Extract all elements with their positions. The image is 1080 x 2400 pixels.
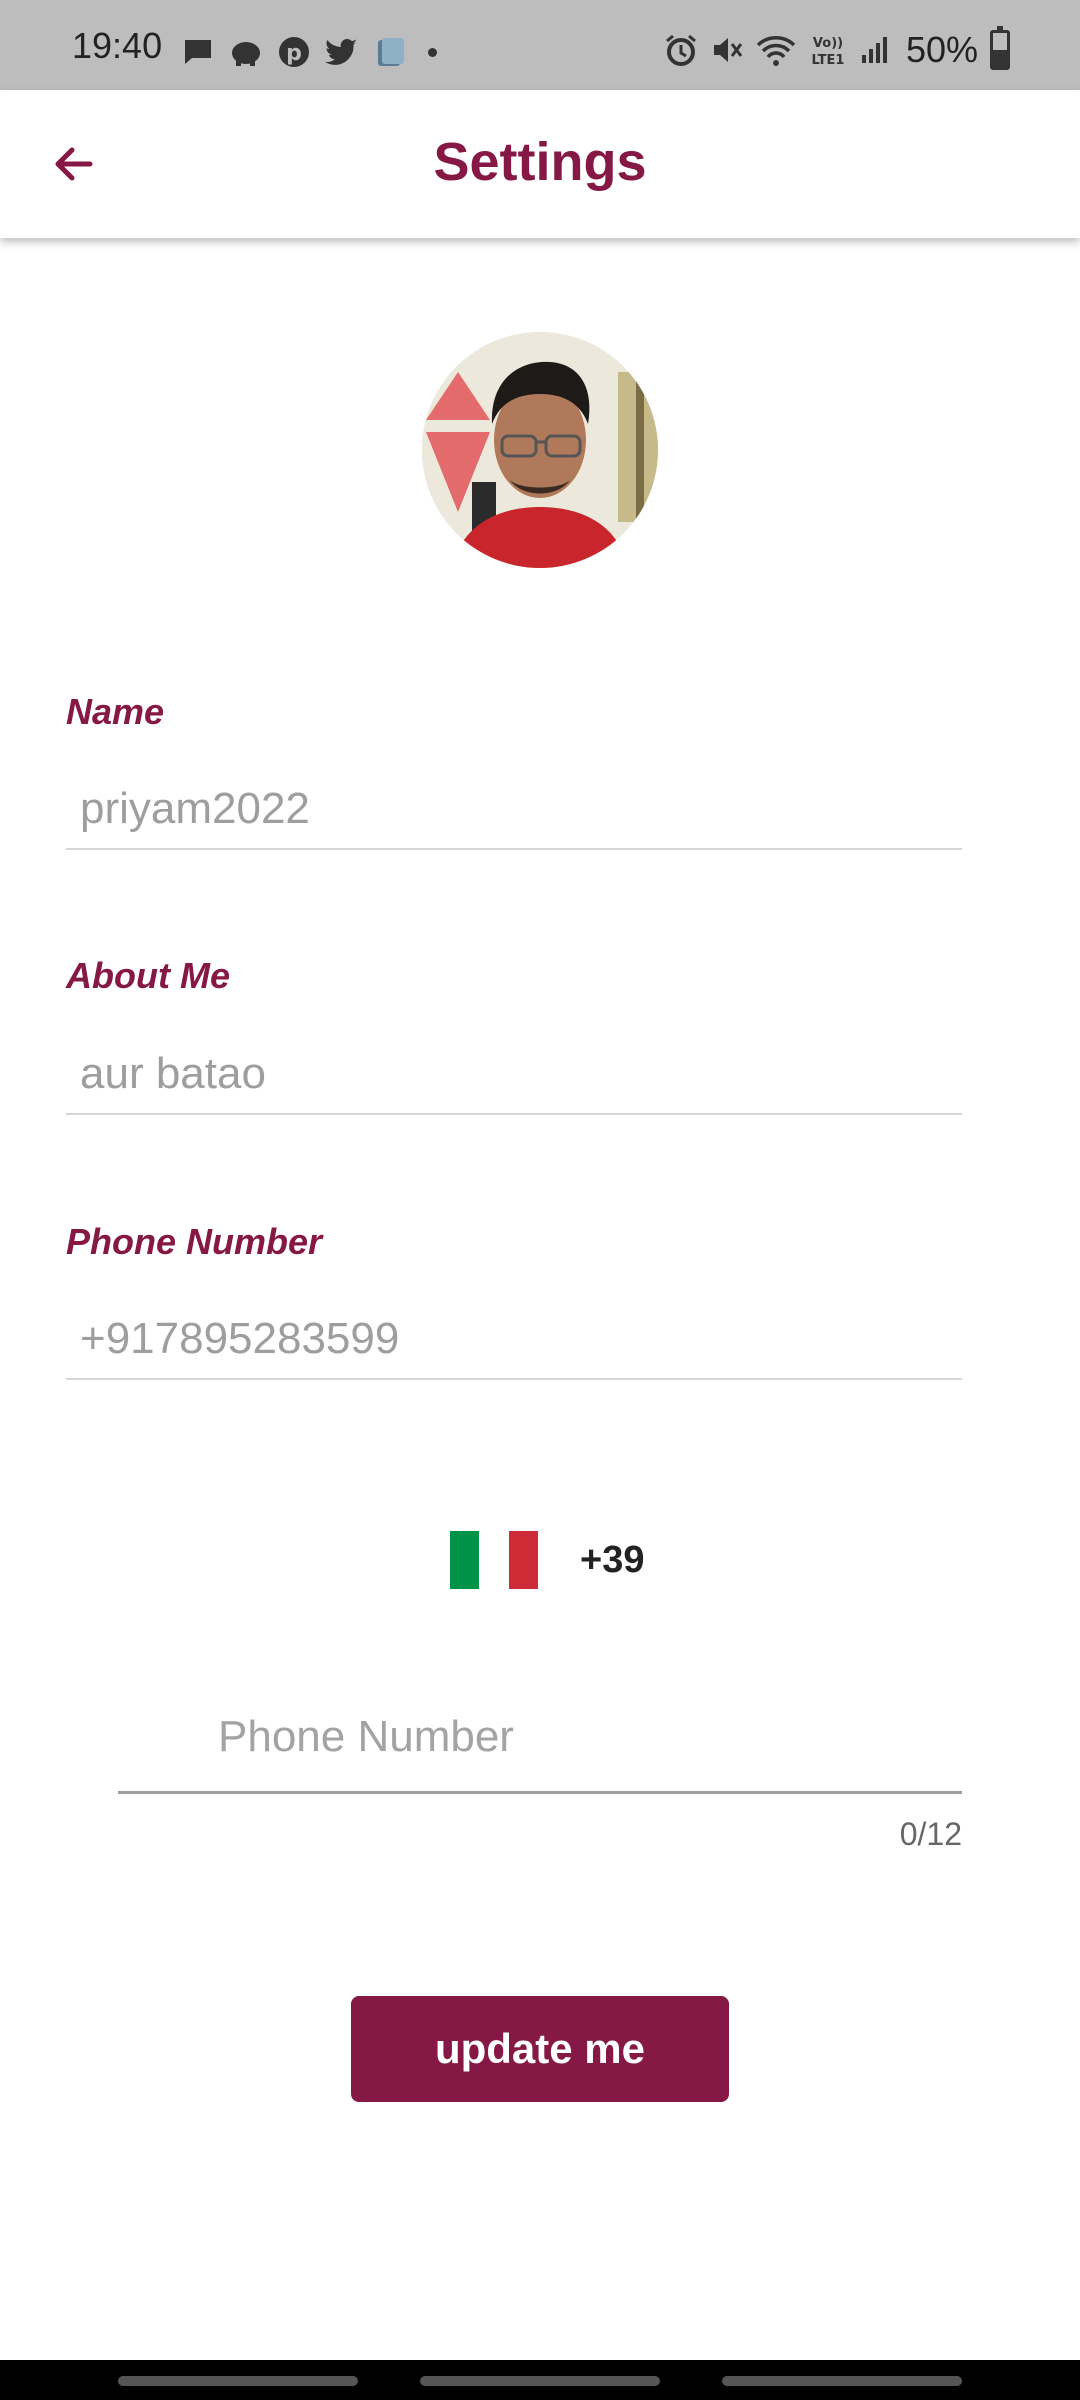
svg-text:LTE1: LTE1 bbox=[811, 53, 844, 68]
nav-back-button[interactable] bbox=[722, 2376, 962, 2386]
country-code: +39 bbox=[580, 1539, 645, 1581]
name-label: Name bbox=[66, 691, 165, 732]
phone-number-input[interactable] bbox=[118, 1682, 962, 1794]
about-label: About Me bbox=[66, 955, 230, 996]
notification-icons: p bbox=[180, 34, 449, 70]
nav-recents-button[interactable] bbox=[118, 2376, 358, 2386]
italy-flag-icon bbox=[450, 1531, 538, 1589]
system-icons: Vo)) LTE1 50% bbox=[652, 26, 1010, 70]
app-icon bbox=[372, 34, 408, 70]
app-bar: Settings bbox=[0, 90, 1080, 238]
navigation-bar bbox=[0, 2360, 1080, 2400]
pig-icon bbox=[228, 34, 264, 70]
wifi-icon bbox=[756, 30, 796, 70]
battery-icon bbox=[990, 26, 1010, 70]
status-bar: 19:40 p Vo)) LTE1 50% bbox=[0, 0, 1080, 90]
phone-label: Phone Number bbox=[66, 1221, 323, 1262]
pinterest-icon: p bbox=[276, 34, 312, 70]
avatar-image bbox=[422, 332, 658, 568]
svg-text:Vo)): Vo)) bbox=[813, 36, 843, 51]
profile-avatar[interactable] bbox=[422, 332, 658, 568]
alarm-icon bbox=[664, 30, 698, 70]
nav-home-button[interactable] bbox=[420, 2376, 660, 2386]
update-button[interactable]: update me bbox=[351, 1996, 729, 2102]
country-picker[interactable]: +39 bbox=[450, 1530, 644, 1590]
svg-text:p: p bbox=[286, 41, 302, 66]
about-field[interactable] bbox=[66, 1035, 962, 1115]
signal-icon bbox=[860, 30, 890, 70]
message-icon bbox=[180, 34, 216, 70]
status-time: 19:40 bbox=[72, 25, 163, 66]
more-notifications-dot bbox=[428, 47, 437, 57]
phone-field[interactable] bbox=[66, 1300, 962, 1380]
character-counter: 0/12 bbox=[899, 1816, 962, 1852]
twitter-icon bbox=[324, 34, 360, 70]
battery-percentage: 50% bbox=[905, 29, 978, 70]
volte-icon: Vo)) LTE1 bbox=[808, 30, 848, 70]
name-field[interactable] bbox=[66, 770, 962, 850]
page-title: Settings bbox=[433, 132, 647, 192]
mute-icon bbox=[710, 30, 744, 70]
